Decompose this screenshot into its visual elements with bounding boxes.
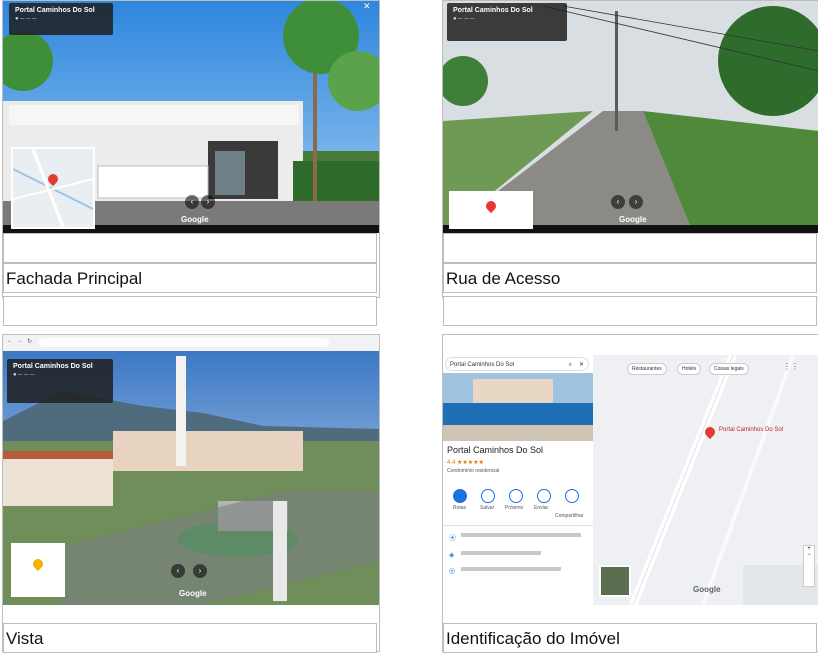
photo-panel-fachada: Portal Caminhos Do Sol ● ─ ─ ─ ✕ ‹ › Goo… [2,0,380,298]
google-logo: Google [693,585,721,594]
search-value: Portal Caminhos Do Sol [450,362,515,368]
place-photo [443,373,593,441]
share-button[interactable] [565,489,579,503]
caption-blank-row [443,296,817,326]
layers-thumbnail[interactable] [599,565,631,597]
chip-hoteis[interactable]: Hotéis [677,363,702,375]
back-icon[interactable]: ← [7,338,13,344]
search-icon[interactable]: ⌕ [569,358,572,372]
photo-panel-identificacao: Portal Caminhos Do Sol ⌕ ✕ Portal Caminh… [442,334,818,653]
caption-rua: Rua de Acesso [443,263,817,293]
google-logo: Google [181,215,209,224]
minimap[interactable] [449,191,533,229]
divider [443,525,593,526]
photo-panel-vista: ← → ↻ Portal Caminhos Do Sol ● ─ ─ ─ ‹ ›… [2,334,380,653]
region-line [461,567,561,571]
caption-vista: Vista [3,623,377,653]
streetview-info-card[interactable]: Portal Caminhos Do Sol ● ─ ─ ─ [7,359,113,403]
close-icon[interactable]: ✕ [363,1,371,12]
streetview-vista-photo: ← → ↻ Portal Caminhos Do Sol ● ─ ─ ─ ‹ ›… [3,335,379,605]
place-name: Portal Caminhos Do Sol [453,7,533,14]
action-label-send: Enviar [534,505,549,511]
pegman-icon [30,556,46,572]
google-logo: Google [619,215,647,224]
directions-button[interactable] [453,489,467,503]
place-subtitle: ● ─ ─ ─ [15,16,37,22]
caption-spacer [3,233,377,263]
place-category: Condomínio residencial [447,468,500,474]
caption-spacer [443,233,817,263]
plus-code-line [461,551,541,555]
arrow-right-icon[interactable]: › [193,564,207,578]
region-icon: ◎ [449,568,456,575]
apps-grid-icon[interactable]: ⋮⋮ [783,362,799,371]
place-subtitle: ● ─ ─ ─ [453,16,475,22]
arrow-left-icon[interactable]: ‹ [185,195,199,209]
arrow-right-icon[interactable]: › [201,195,215,209]
maps-search-box[interactable]: Portal Caminhos Do Sol ⌕ ✕ [445,357,589,371]
caption-blank-row [3,296,377,326]
streetview-fachada-photo: Portal Caminhos Do Sol ● ─ ─ ─ ✕ ‹ › Goo… [3,1,379,233]
caption-identificacao: Identificação do Imóvel [443,623,817,653]
send-button[interactable] [537,489,551,503]
reload-icon[interactable]: ↻ [27,338,32,345]
location-pin-icon [483,198,499,214]
arrow-left-icon[interactable]: ‹ [171,564,185,578]
map-pin-label: Portal Caminhos Do Sol [719,427,784,433]
save-button[interactable] [481,489,495,503]
chip-restaurantes[interactable]: Restaurantes [627,363,667,375]
address-icon: ⦿ [449,535,456,542]
chip-coisas-legais[interactable]: Coisas legais [709,363,749,375]
nearby-button[interactable] [509,489,523,503]
action-label-save: Salvar [480,505,495,511]
minimap[interactable] [11,543,65,597]
place-name: Portal Caminhos Do Sol [15,7,95,14]
action-label-directions: Rotas [453,505,467,511]
address-line [461,533,581,537]
plus-code-icon: ◈ [449,552,455,559]
close-icon[interactable]: ✕ [579,358,584,372]
google-maps-screenshot: Portal Caminhos Do Sol ⌕ ✕ Portal Caminh… [443,335,818,605]
caption-fachada: Fachada Principal [3,263,377,293]
place-name: Portal Caminhos Do Sol [13,363,93,370]
place-subtitle: ● ─ ─ ─ [13,372,35,378]
arrow-right-icon[interactable]: › [629,195,643,209]
arrow-left-icon[interactable]: ‹ [611,195,625,209]
streetview-info-card[interactable]: Portal Caminhos Do Sol ● ─ ─ ─ [447,3,567,41]
action-label-nearby: Próximo [505,505,524,511]
streetview-info-card[interactable]: Portal Caminhos Do Sol ● ─ ─ ─ [9,3,113,35]
photo-panel-rua: Portal Caminhos Do Sol ● ─ ─ ─ ‹ › Googl… [442,0,818,298]
place-rating: 4.4 ★★★★★ [447,460,484,466]
address-bar[interactable] [39,338,329,347]
google-logo: Google [179,589,207,598]
maps-side-panel: Portal Caminhos Do Sol ⌕ ✕ Portal Caminh… [443,355,594,605]
zoom-controls[interactable]: + − [803,545,815,587]
maps-canvas[interactable]: Restaurantes Hotéis Coisas legais ⋮⋮ Por… [593,355,818,605]
forward-icon[interactable]: → [17,338,23,344]
action-label-share: Compartilhar [555,513,584,519]
minimap-streets [13,149,93,227]
place-title: Portal Caminhos Do Sol [447,445,544,455]
minimap[interactable] [11,147,95,229]
streetview-rua-photo: Portal Caminhos Do Sol ● ─ ─ ─ ‹ › Googl… [443,1,818,233]
browser-toolbar: ← → ↻ [3,335,379,352]
